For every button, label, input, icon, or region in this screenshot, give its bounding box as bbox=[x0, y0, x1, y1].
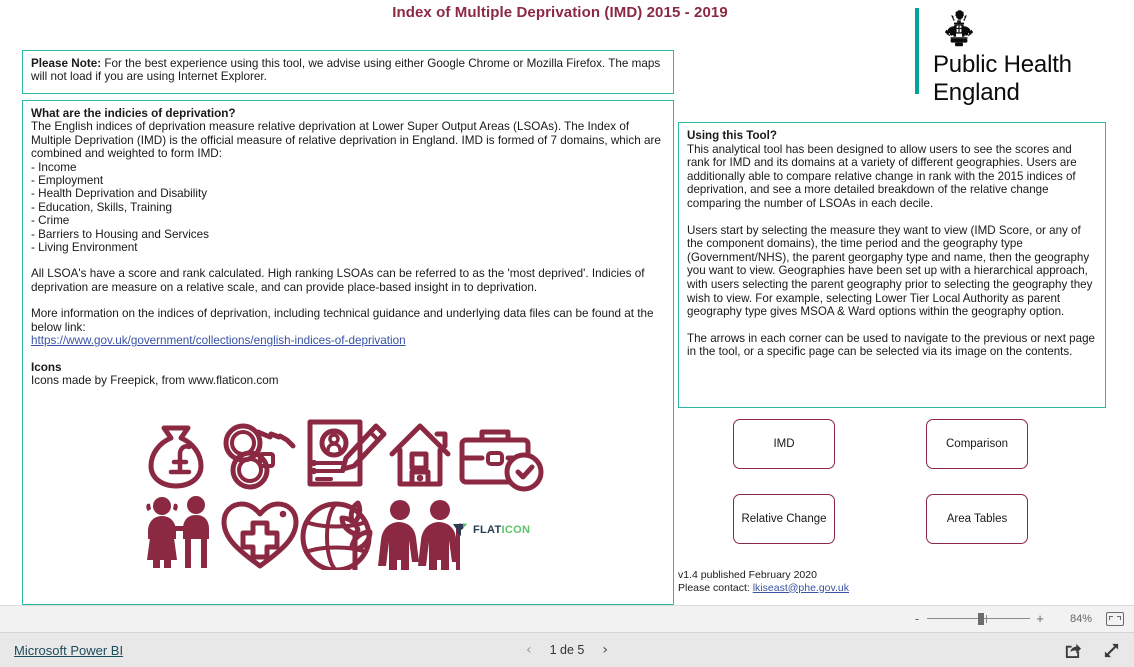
zoom-slider-thumb[interactable] bbox=[978, 613, 984, 625]
nav-button-area-tables[interactable]: Area Tables bbox=[926, 494, 1028, 544]
status-bar-actions bbox=[1064, 642, 1120, 659]
flaticon-text-icon: ICON bbox=[501, 524, 531, 536]
elderly-couple-icon bbox=[378, 500, 464, 570]
nav-button-area-tables-label: Area Tables bbox=[946, 513, 1008, 525]
domain-item-education: - Education, Skills, Training bbox=[31, 200, 172, 214]
logo-teal-rule bbox=[915, 8, 919, 94]
domain-item-crime: - Crime bbox=[31, 214, 70, 228]
public-health-england-logo: Public Health England bbox=[915, 8, 1125, 105]
heart-medical-cross-icon bbox=[221, 501, 299, 569]
document-person-pencil-icon bbox=[307, 419, 387, 487]
children-holding-hands-icon bbox=[146, 496, 209, 568]
nav-button-relative-change-label: Relative Change bbox=[741, 513, 827, 525]
indices-heading: What are the indicies of deprivation? bbox=[31, 107, 236, 120]
zoom-slider[interactable] bbox=[927, 612, 1030, 626]
contact-row: Please contact: lkiseast@phe.gov.uk bbox=[678, 582, 849, 595]
chevron-right-icon[interactable]: › bbox=[602, 642, 608, 658]
note-label: Please Note: bbox=[31, 57, 102, 70]
share-icon[interactable] bbox=[1064, 642, 1081, 659]
tool-para-3: The arrows in each corner can be used to… bbox=[687, 331, 1095, 359]
tool-heading: Using this Tool? bbox=[687, 129, 777, 142]
logo-line-1: Public Health bbox=[933, 51, 1072, 78]
tool-para-2: Users start by selecting the measure the… bbox=[687, 223, 1093, 319]
chevron-left-icon[interactable]: ‹ bbox=[526, 642, 532, 658]
note-body: For the best experience using this tool,… bbox=[31, 57, 661, 84]
fullscreen-icon[interactable] bbox=[1103, 642, 1120, 659]
indices-intro: The English indices of deprivation measu… bbox=[31, 120, 661, 161]
nav-button-imd[interactable]: IMD bbox=[733, 419, 835, 469]
flaticon-logo-icon bbox=[453, 523, 467, 536]
domain-item-employment: - Employment bbox=[31, 174, 104, 188]
domain-item-health: - Health Deprivation and Disability bbox=[31, 187, 208, 201]
zoom-out-button[interactable]: - bbox=[909, 612, 925, 626]
indices-para-2: All LSOA's have a score and rank calcula… bbox=[31, 267, 645, 294]
deprivation-domain-icon-artwork bbox=[140, 410, 560, 570]
zoom-level-label: 84% bbox=[1069, 613, 1092, 625]
royal-crest-icon bbox=[945, 10, 973, 47]
version-and-contact: v1.4 published February 2020 Please cont… bbox=[678, 569, 849, 594]
domain-item-housing: - Barriers to Housing and Services bbox=[31, 227, 209, 241]
version-text: v1.4 published February 2020 bbox=[678, 569, 817, 581]
note-text: Please Note: For the best experience usi… bbox=[31, 57, 665, 84]
zoom-in-button[interactable]: + bbox=[1032, 612, 1048, 626]
please-note-box: Please Note: For the best experience usi… bbox=[22, 50, 674, 94]
fit-to-page-icon[interactable] bbox=[1106, 612, 1124, 626]
tool-para-1: This analytical tool has been designed t… bbox=[687, 142, 1077, 210]
page-navigation: ‹ 1 de 5 › bbox=[526, 642, 608, 658]
handcuffs-icon bbox=[223, 423, 296, 490]
icons-heading: Icons bbox=[31, 360, 62, 374]
powerbi-report-viewer: Index of Multiple Deprivation (IMD) 2015… bbox=[0, 0, 1134, 667]
gov-uk-link[interactable]: https://www.gov.uk/government/collection… bbox=[31, 334, 406, 347]
logo-line-2: England bbox=[933, 79, 1020, 106]
nav-button-imd-label: IMD bbox=[773, 438, 795, 450]
using-this-tool-box: Using this Tool? This analytical tool ha… bbox=[678, 122, 1106, 408]
domain-item-environment: - Living Environment bbox=[31, 241, 138, 255]
icons-credit: Icons made by Freepick, from www.flatico… bbox=[31, 373, 279, 387]
flaticon-text-flat: FLAT bbox=[473, 524, 502, 536]
zoom-slider-tick bbox=[986, 615, 987, 623]
briefcase-clock-icon bbox=[459, 429, 544, 492]
microsoft-power-bi-link[interactable]: Microsoft Power BI bbox=[14, 643, 123, 658]
flaticon-watermark: FLAT ICON bbox=[452, 522, 530, 538]
contact-email-link[interactable]: lkiseast@phe.gov.uk bbox=[753, 582, 849, 594]
globe-plant-icon bbox=[300, 500, 373, 570]
house-icon bbox=[389, 423, 451, 487]
domain-item-income: - Income bbox=[31, 160, 77, 174]
report-status-bar: Microsoft Power BI ‹ 1 de 5 › bbox=[0, 632, 1134, 667]
page-indicator-label: 1 de 5 bbox=[549, 643, 585, 657]
contact-label: Please contact: bbox=[678, 581, 753, 594]
nav-button-comparison-label: Comparison bbox=[946, 438, 1008, 450]
gov-uk-link-row: https://www.gov.uk/government/collection… bbox=[31, 334, 665, 347]
page-title: Index of Multiple Deprivation (IMD) 2015… bbox=[392, 4, 728, 21]
nav-button-comparison[interactable]: Comparison bbox=[926, 419, 1028, 469]
money-bag-pound-icon bbox=[148, 425, 204, 489]
indices-para-3: More information on the indices of depri… bbox=[31, 307, 654, 334]
report-canvas: Index of Multiple Deprivation (IMD) 2015… bbox=[0, 0, 1134, 605]
zoom-toolbar: - + 84% bbox=[0, 605, 1134, 632]
nav-button-relative-change[interactable]: Relative Change bbox=[733, 494, 835, 544]
